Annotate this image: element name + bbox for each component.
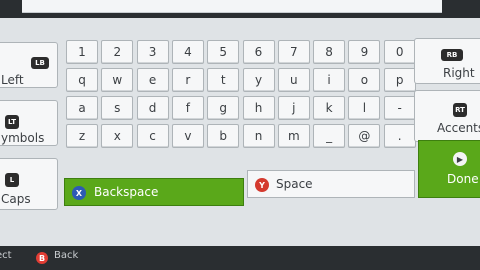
key[interactable]: d bbox=[136, 96, 169, 120]
lt-badge: LT bbox=[5, 115, 19, 129]
key[interactable]: a bbox=[66, 96, 98, 120]
key[interactable]: w bbox=[101, 68, 134, 92]
start-button-icon: ▶ bbox=[453, 152, 467, 166]
backspace-button[interactable]: X Backspace bbox=[64, 178, 244, 206]
key[interactable]: e bbox=[136, 68, 169, 92]
y-button-icon: Y bbox=[255, 178, 269, 192]
key[interactable]: . bbox=[383, 124, 416, 148]
text-entry-field[interactable] bbox=[22, 0, 442, 13]
key[interactable]: _ bbox=[313, 124, 346, 148]
back-label: Back bbox=[54, 250, 79, 261]
key[interactable]: c bbox=[136, 124, 169, 148]
caps-label: Caps bbox=[1, 192, 31, 206]
key[interactable]: t bbox=[207, 68, 240, 92]
key[interactable]: 6 bbox=[242, 40, 275, 64]
key[interactable]: k bbox=[313, 96, 346, 120]
b-button-icon: B bbox=[36, 252, 48, 264]
key[interactable]: f bbox=[171, 96, 204, 120]
symbols-label: ymbols bbox=[1, 131, 45, 145]
key[interactable]: 8 bbox=[313, 40, 346, 64]
keyboard-panel: LB Left LT ymbols L Caps 1234567890qwert… bbox=[0, 18, 480, 246]
key[interactable]: x bbox=[101, 124, 134, 148]
key[interactable]: @ bbox=[348, 124, 381, 148]
key[interactable]: 5 bbox=[207, 40, 240, 64]
l-badge: L bbox=[5, 173, 19, 187]
select-hint-label: ect bbox=[0, 250, 12, 261]
key[interactable]: v bbox=[171, 124, 204, 148]
key[interactable]: 2 bbox=[101, 40, 134, 64]
key[interactable]: z bbox=[66, 124, 98, 148]
left-button[interactable]: LB Left bbox=[0, 42, 58, 88]
rb-badge: RB bbox=[441, 49, 463, 61]
key[interactable]: i bbox=[313, 68, 346, 92]
key[interactable]: s bbox=[101, 96, 134, 120]
key[interactable]: 4 bbox=[171, 40, 204, 64]
right-label: Right bbox=[443, 66, 475, 80]
space-label: Space bbox=[276, 177, 313, 191]
key[interactable]: n bbox=[242, 124, 275, 148]
key[interactable]: r bbox=[171, 68, 204, 92]
key[interactable]: 0 bbox=[383, 40, 416, 64]
lb-badge: LB bbox=[31, 57, 49, 69]
key[interactable]: 1 bbox=[66, 40, 98, 64]
done-button[interactable]: ▶ Done bbox=[418, 140, 480, 198]
space-button[interactable]: Y Space bbox=[247, 170, 415, 198]
key[interactable]: q bbox=[66, 68, 98, 92]
key[interactable]: - bbox=[383, 96, 416, 120]
caps-button[interactable]: L Caps bbox=[0, 158, 58, 210]
done-label: Done bbox=[447, 172, 479, 186]
key[interactable]: b bbox=[207, 124, 240, 148]
rt-badge: RT bbox=[453, 103, 467, 117]
key[interactable]: h bbox=[242, 96, 275, 120]
key[interactable]: o bbox=[348, 68, 381, 92]
key[interactable]: m bbox=[277, 124, 310, 148]
symbols-button[interactable]: LT ymbols bbox=[0, 100, 58, 146]
accents-label: Accents bbox=[437, 121, 480, 135]
left-label: Left bbox=[1, 73, 24, 87]
backspace-label: Backspace bbox=[94, 185, 159, 199]
key[interactable]: 7 bbox=[277, 40, 310, 64]
accents-button[interactable]: RT Accents bbox=[414, 90, 480, 142]
key[interactable]: u bbox=[277, 68, 310, 92]
key[interactable]: g bbox=[207, 96, 240, 120]
right-button[interactable]: RB Right bbox=[414, 38, 480, 84]
x-button-icon: X bbox=[72, 186, 86, 200]
key[interactable]: l bbox=[348, 96, 381, 120]
footer-bar: ect B Back bbox=[0, 246, 480, 270]
key[interactable]: p bbox=[383, 68, 416, 92]
key[interactable]: 3 bbox=[136, 40, 169, 64]
key[interactable]: 9 bbox=[348, 40, 381, 64]
top-bar bbox=[0, 0, 480, 18]
key[interactable]: y bbox=[242, 68, 275, 92]
key[interactable]: j bbox=[277, 96, 310, 120]
